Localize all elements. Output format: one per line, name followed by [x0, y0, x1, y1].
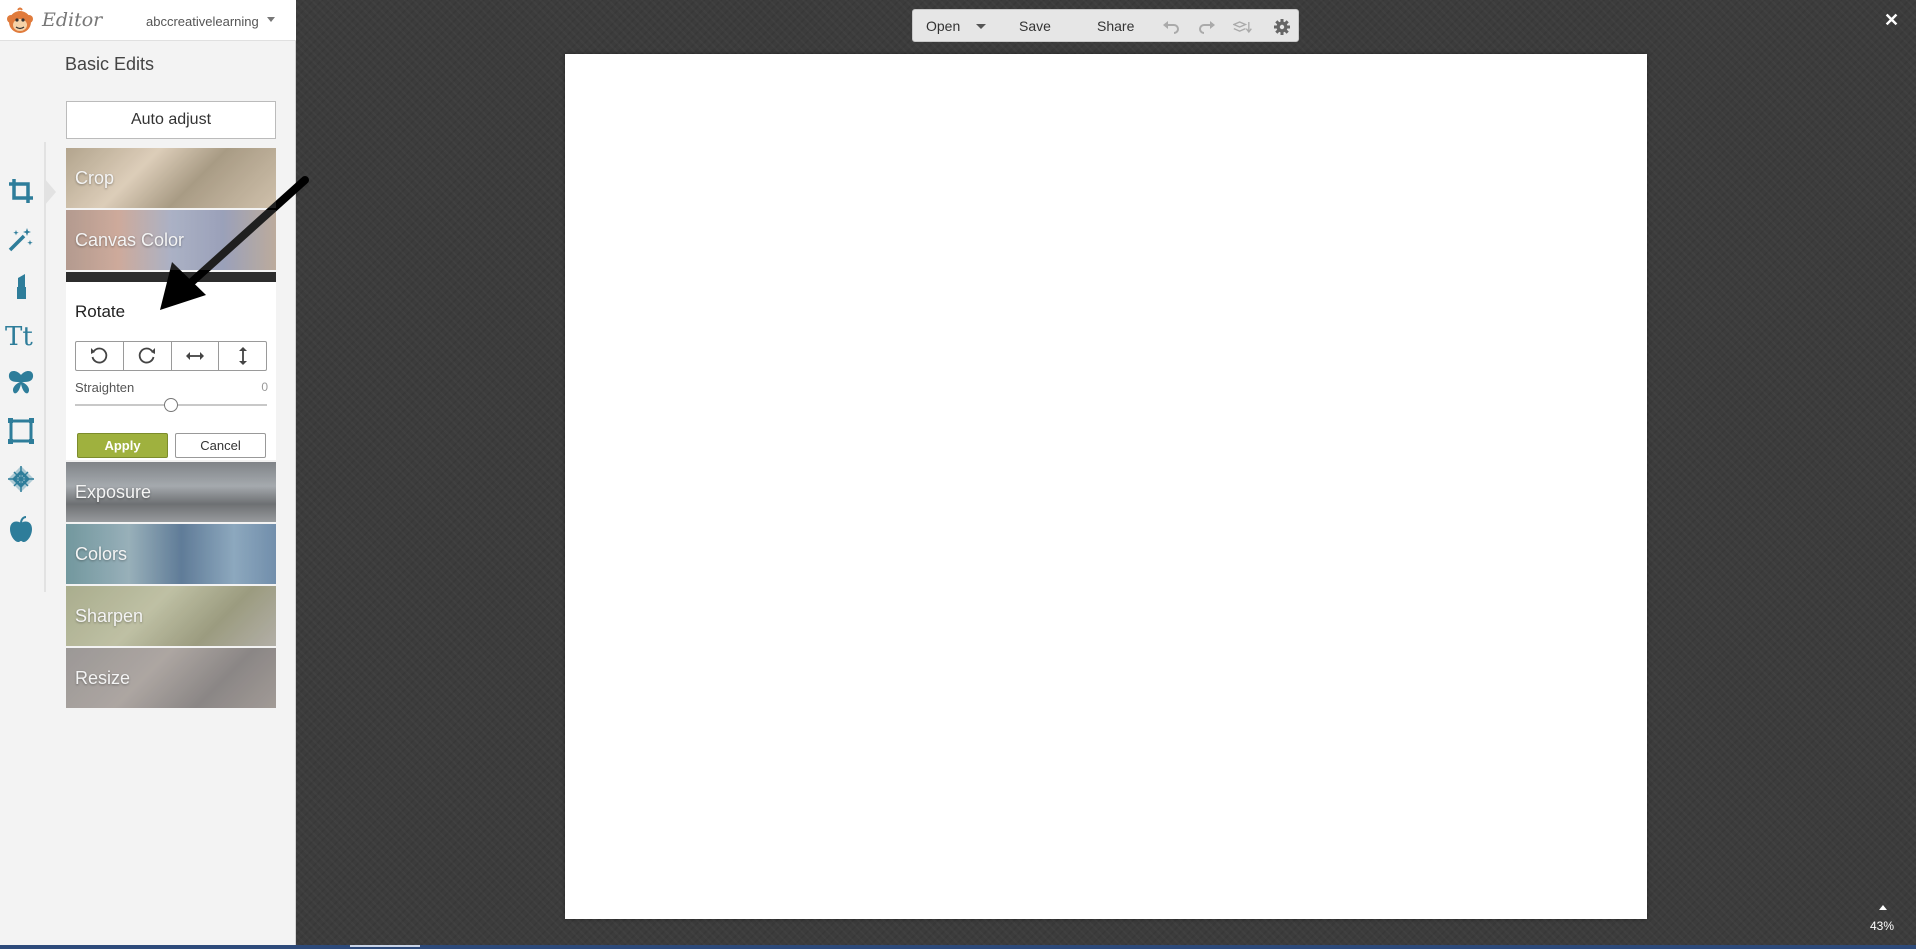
svg-text:Tt: Tt [5, 322, 33, 350]
sidebar: Editor abccreativelearning Basic Edits T… [0, 0, 309, 945]
auto-adjust-button[interactable]: Auto adjust [66, 101, 276, 139]
colors-tile-label: Colors [75, 543, 128, 564]
resize-tile-label: Resize [75, 667, 131, 688]
frame-icon[interactable] [4, 414, 38, 448]
butterfly-icon[interactable] [4, 365, 38, 399]
exposure-tile-label: Exposure [75, 481, 152, 502]
apply-button[interactable]: Apply [77, 433, 168, 458]
layers-icon[interactable] [1233, 17, 1253, 37]
app-header: Editor abccreativelearning [0, 0, 296, 41]
panel-title: Basic Edits [65, 54, 155, 74]
flip-horizontal-icon [185, 352, 204, 360]
canvas-color-tile-label: Canvas Color [75, 229, 185, 250]
redo-icon[interactable] [1197, 17, 1217, 37]
flip-horizontal-button[interactable] [172, 342, 220, 370]
flip-vertical-button[interactable] [219, 342, 266, 370]
straighten-slider-thumb[interactable] [164, 398, 178, 412]
app-logo-text: Editor [42, 9, 103, 31]
rail-divider [44, 142, 46, 592]
chevron-down-icon[interactable] [267, 17, 275, 22]
crop-tile[interactable]: Crop [66, 148, 276, 208]
straighten-label: Straighten [75, 380, 135, 395]
undo-icon[interactable] [1161, 17, 1181, 37]
monkey-logo-icon[interactable] [4, 5, 36, 37]
cancel-button[interactable]: Cancel [175, 433, 266, 458]
zoom-up-icon[interactable] [1879, 905, 1887, 910]
image-canvas[interactable] [565, 54, 1647, 919]
rotate-title: Rotate [75, 302, 126, 321]
texture-icon[interactable] [4, 462, 38, 496]
gear-icon[interactable] [1272, 17, 1292, 37]
taskbar-indicator [350, 945, 420, 947]
colors-tile[interactable]: Colors [66, 524, 276, 584]
rotate-left-icon [91, 347, 108, 364]
text-icon[interactable]: Tt [4, 318, 38, 352]
canvas-color-tile[interactable]: Canvas Color [66, 210, 276, 270]
chevron-down-icon[interactable] [976, 24, 986, 29]
exposure-tile[interactable]: Exposure [66, 462, 276, 522]
close-icon[interactable]: ✕ [1884, 10, 1899, 31]
taskbar-strip [0, 945, 1916, 949]
open-button[interactable]: Open [926, 18, 960, 34]
save-button[interactable]: Save [1019, 18, 1051, 34]
resize-tile[interactable]: Resize [66, 648, 276, 708]
rotate-right-icon [138, 347, 156, 364]
top-toolbar: Open Save Share [912, 9, 1299, 42]
sharpen-tile-label: Sharpen [75, 605, 144, 626]
straighten-value: 0 [261, 380, 268, 394]
sharpen-tile[interactable]: Sharpen [66, 586, 276, 646]
rotate-right-button[interactable] [124, 342, 172, 370]
zoom-level[interactable]: 43% [1870, 919, 1894, 933]
share-button[interactable]: Share [1097, 18, 1134, 34]
flip-vertical-icon [238, 347, 247, 365]
crop-icon[interactable] [4, 174, 38, 208]
apple-icon[interactable] [4, 512, 38, 546]
account-menu[interactable]: abccreativelearning [146, 14, 259, 29]
magic-wand-icon[interactable] [4, 222, 38, 256]
rotate-button-group [75, 341, 267, 371]
lipstick-icon[interactable] [4, 268, 38, 302]
active-tool-pointer [44, 178, 56, 206]
crop-tile-label: Crop [75, 167, 115, 188]
rotate-left-button[interactable] [76, 342, 124, 370]
